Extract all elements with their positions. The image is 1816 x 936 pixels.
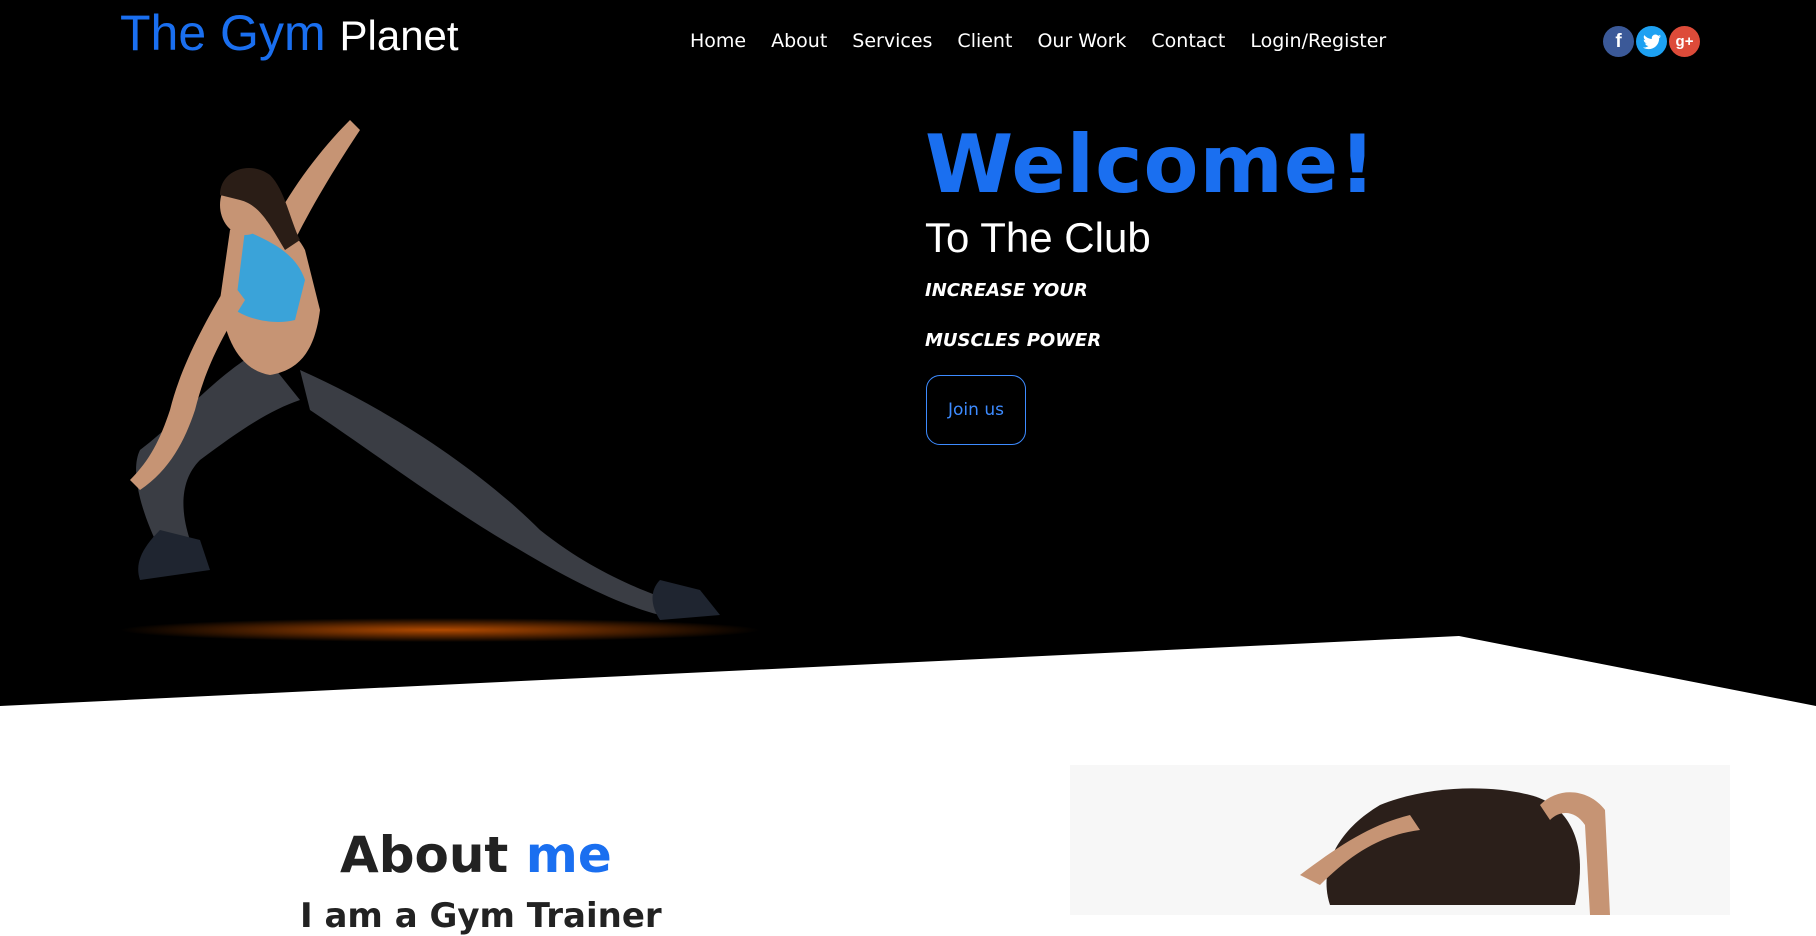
join-us-button[interactable]: Join us bbox=[926, 375, 1026, 445]
trainer-image bbox=[1070, 765, 1730, 915]
social-links: f g+ bbox=[1603, 26, 1702, 57]
google-plus-icon[interactable]: g+ bbox=[1669, 26, 1700, 57]
main-nav: Home About Services Client Our Work Cont… bbox=[690, 30, 1411, 52]
about-subtitle: I am a Gym Trainer bbox=[300, 896, 662, 936]
about-title: About me bbox=[340, 826, 612, 884]
about-title-part2: me bbox=[525, 826, 612, 884]
athlete-image bbox=[120, 120, 760, 642]
site-logo[interactable]: The Gym Planet bbox=[120, 4, 459, 62]
nav-home[interactable]: Home bbox=[690, 30, 746, 52]
nav-contact[interactable]: Contact bbox=[1151, 30, 1225, 52]
nav-client[interactable]: Client bbox=[957, 30, 1012, 52]
nav-about[interactable]: About bbox=[771, 30, 827, 52]
logo-part1: The Gym bbox=[120, 5, 326, 61]
facebook-icon[interactable]: f bbox=[1603, 26, 1634, 57]
about-title-part1: About bbox=[340, 826, 509, 884]
nav-our-work[interactable]: Our Work bbox=[1037, 30, 1126, 52]
nav-services[interactable]: Services bbox=[852, 30, 932, 52]
twitter-icon[interactable] bbox=[1636, 26, 1667, 57]
nav-login-register[interactable]: Login/Register bbox=[1250, 30, 1386, 52]
club-subheading: To The Club bbox=[925, 214, 1151, 261]
logo-part2: Planet bbox=[339, 12, 459, 59]
tagline-line2: MUSCLES POWER bbox=[925, 330, 1102, 351]
welcome-heading: Welcome! bbox=[925, 118, 1377, 211]
tagline-line1: INCREASE YOUR bbox=[925, 280, 1088, 301]
